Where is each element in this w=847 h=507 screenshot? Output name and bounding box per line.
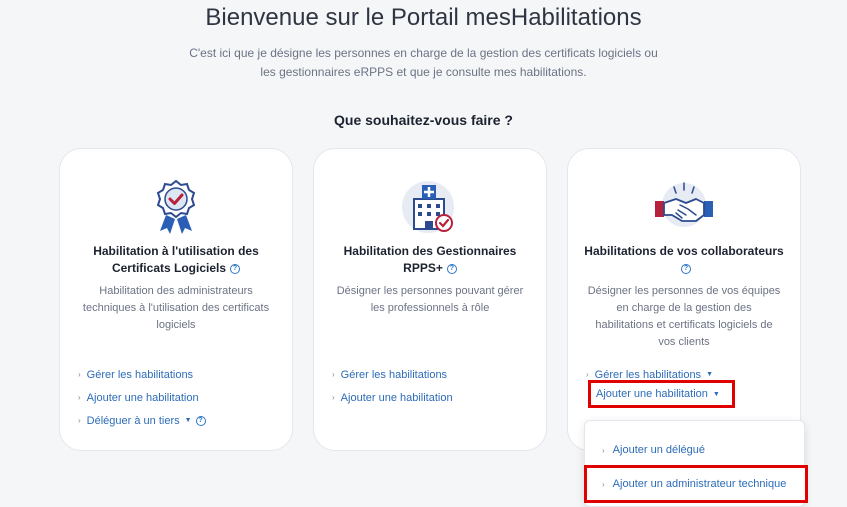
help-icon[interactable]: ? <box>230 263 241 274</box>
intro-line-1: C'est ici que je désigne les personnes e… <box>189 46 658 60</box>
card-certificats-logiciels: Habilitation à l'utilisation des Certifi… <box>59 148 293 451</box>
delegate-third-party-dropdown[interactable]: › Déléguer à un tiers ▼? <box>78 409 282 432</box>
help-icon[interactable]: ? <box>195 415 206 426</box>
chevron-right-icon: › <box>78 416 81 425</box>
caret-down-icon: ▼ <box>184 417 192 424</box>
card-title: Habilitation à l'utilisation des Certifi… <box>93 244 259 275</box>
manage-habilitations-link[interactable]: › Gérer les habilitations <box>332 363 536 386</box>
chevron-right-icon: › <box>602 479 605 489</box>
add-habilitation-dropdown-button[interactable]: Ajouter une habilitation ▼ <box>588 380 735 408</box>
add-habilitation-link[interactable]: › Ajouter une habilitation <box>78 386 282 409</box>
add-delegate-menu-item[interactable]: › Ajouter un délégué <box>585 437 804 463</box>
card-title: Habilitation des Gestionnaires RPPS+? <box>343 244 517 275</box>
add-habilitation-link[interactable]: › Ajouter une habilitation <box>332 386 536 409</box>
chevron-right-icon: › <box>332 393 335 402</box>
intro-line-2: les gestionnaires eRPPS et que je consul… <box>260 65 587 79</box>
hospital-building-icon <box>314 177 546 237</box>
add-technical-admin-menu-item[interactable]: › Ajouter un administrateur technique <box>584 465 808 503</box>
chevron-right-icon: › <box>78 370 81 379</box>
handshake-icon <box>568 177 800 237</box>
help-icon[interactable]: ? <box>681 263 691 274</box>
manage-habilitations-link[interactable]: › Gérer les habilitations <box>78 363 282 386</box>
chevron-right-icon: › <box>602 445 605 455</box>
card-title: Habilitations de vos collaborateurs ? <box>584 244 784 274</box>
card-gestionnaires-rpps: Habilitation des Gestionnaires RPPS+? Dé… <box>313 148 547 451</box>
intro-text: C'est ici que je désigne les personnes e… <box>0 44 847 82</box>
page-title: Bienvenue sur le Portail mesHabilitation… <box>205 4 642 31</box>
chevron-right-icon: › <box>332 370 335 379</box>
caret-down-icon: ▼ <box>712 390 720 398</box>
card-description: Désigner les personnes pouvant gérer les… <box>336 285 524 314</box>
award-badge-icon <box>60 177 292 237</box>
card-description: Habilitation des administrateurs techniq… <box>82 285 270 331</box>
caret-down-icon: ▼ <box>706 371 713 378</box>
chevron-right-icon: › <box>78 393 81 402</box>
help-icon[interactable]: ? <box>446 263 457 274</box>
question-heading: Que souhaitez-vous faire ? <box>334 112 513 128</box>
chevron-right-icon: › <box>586 370 589 379</box>
add-habilitation-dropdown-menu: › Ajouter un délégué › Ajouter un administ… <box>584 420 808 507</box>
card-description: Désigner les personnes de vos équipes en… <box>587 285 781 348</box>
